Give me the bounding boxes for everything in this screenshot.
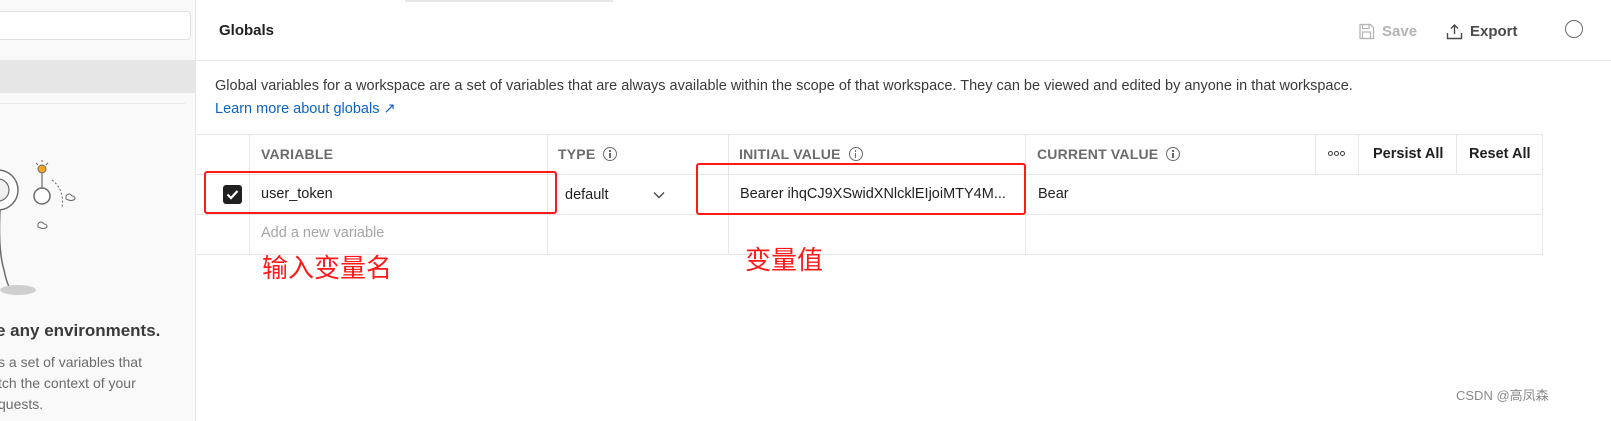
type-value: default — [565, 187, 609, 203]
column-header-label: TYPE — [558, 146, 596, 162]
column-header-type: TYPE — [558, 146, 618, 162]
globals-description: Global variables for a workspace are a s… — [215, 78, 1353, 94]
export-icon — [1446, 23, 1463, 39]
annotation-box-value — [696, 163, 1026, 215]
environments-sidebar: e any environments. s a set of variables… — [0, 0, 196, 421]
learn-more-label: Learn more about globals ↗ — [215, 101, 396, 117]
astronaut-illustration — [0, 160, 76, 295]
info-icon[interactable] — [603, 147, 618, 161]
type-select[interactable]: default — [565, 185, 665, 205]
export-label: Export — [1470, 22, 1518, 40]
column-header-current-value: CURRENT VALUE — [1037, 146, 1181, 162]
annotation-label-variable-value: 变量值 — [745, 245, 824, 275]
info-icon[interactable] — [1166, 147, 1181, 161]
empty-state-text: quests. — [0, 396, 44, 412]
annotation-label-variable-name: 输入变量名 — [262, 253, 393, 283]
annotation-box-variable — [204, 171, 557, 214]
table-border — [197, 254, 1543, 255]
column-header-variable: VARIABLE — [261, 146, 333, 162]
save-label: Save — [1382, 22, 1418, 40]
empty-state-text: tch the context of your — [0, 375, 136, 391]
column-divider — [1542, 134, 1543, 255]
reset-all-button[interactable]: Reset All — [1469, 146, 1531, 162]
export-button[interactable]: Export — [1446, 19, 1518, 43]
sidebar-search-input[interactable] — [0, 11, 191, 40]
column-divider — [1456, 134, 1457, 175]
persist-all-button[interactable]: Persist All — [1373, 146, 1443, 162]
watermark: CSDN @高凤森 — [1456, 388, 1549, 403]
more-icon[interactable] — [1328, 151, 1345, 156]
table-border — [197, 134, 1543, 135]
globals-header: Globals Save Export — [197, 0, 1611, 61]
empty-state-text: s a set of variables that — [0, 354, 142, 370]
column-header-label: INITIAL VALUE — [739, 146, 841, 162]
sidebar-divider — [0, 103, 185, 104]
page-title: Globals — [219, 22, 275, 39]
empty-state-heading: e any environments. — [0, 321, 161, 340]
learn-more-link[interactable]: Learn more about globals ↗ — [215, 101, 396, 117]
current-value-cell[interactable]: Bear — [1038, 186, 1069, 202]
column-divider — [1358, 134, 1359, 175]
column-divider — [1315, 134, 1316, 175]
column-header-label: VARIABLE — [261, 146, 334, 162]
add-variable-input[interactable]: Add a new variable — [261, 225, 384, 241]
info-icon[interactable] — [848, 147, 863, 161]
info-icon[interactable] — [1565, 20, 1583, 38]
sidebar-item-globals[interactable] — [0, 60, 195, 93]
save-icon — [1359, 23, 1375, 39]
column-header-label: CURRENT VALUE — [1037, 146, 1159, 162]
chevron-down-icon — [653, 192, 665, 199]
save-button[interactable]: Save — [1358, 19, 1417, 43]
column-header-initial-value: INITIAL VALUE — [739, 146, 863, 162]
